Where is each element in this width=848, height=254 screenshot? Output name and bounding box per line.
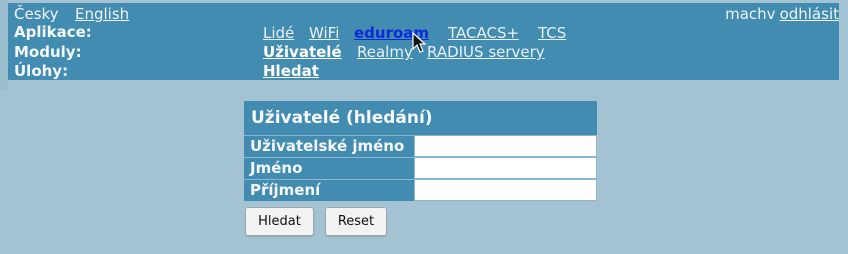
module-link-uzivatele[interactable]: Uživatelé bbox=[263, 43, 342, 61]
app-link-tacacs[interactable]: TACACS+ bbox=[448, 24, 519, 42]
mouse-pointer-icon bbox=[412, 32, 427, 53]
module-link-realmy[interactable]: Realmy bbox=[357, 43, 413, 61]
module-link-radius-servery[interactable]: RADIUS servery bbox=[427, 43, 545, 61]
tasks-label: Úlohy: bbox=[14, 62, 69, 80]
search-button[interactable]: Hledat bbox=[245, 207, 314, 236]
app-link-tcs[interactable]: TCS bbox=[538, 24, 566, 42]
first-name-label: Jméno bbox=[244, 157, 414, 179]
task-link-hledat[interactable]: Hledat bbox=[263, 62, 319, 80]
last-name-input[interactable] bbox=[414, 179, 597, 201]
app-link-wifi[interactable]: WiFi bbox=[309, 24, 339, 42]
left-strip bbox=[0, 0, 8, 90]
language-english-link[interactable]: English bbox=[75, 5, 129, 23]
last-name-label: Příjmení bbox=[244, 179, 414, 201]
user-search-form: Uživatelé (hledání) Uživatelské jméno Jm… bbox=[244, 101, 597, 201]
form-row-last-name: Příjmení bbox=[244, 179, 597, 201]
app-link-lide[interactable]: Lidé bbox=[263, 24, 294, 42]
form-row-first-name: Jméno bbox=[244, 157, 597, 179]
logout-link[interactable]: odhlásit bbox=[780, 5, 839, 23]
username-label: Uživatelské jméno bbox=[244, 135, 414, 157]
first-name-input[interactable] bbox=[414, 157, 597, 179]
form-row-username: Uživatelské jméno bbox=[244, 135, 597, 157]
language-row: Česky English machv odhlásit bbox=[8, 3, 839, 23]
username: machv bbox=[725, 5, 776, 23]
modules-label: Moduly: bbox=[14, 43, 82, 61]
reset-button[interactable]: Reset bbox=[325, 207, 387, 236]
username-input[interactable] bbox=[414, 135, 597, 157]
language-cesky[interactable]: Česky bbox=[14, 5, 59, 23]
form-title: Uživatelé (hledání) bbox=[244, 101, 597, 135]
applications-label: Aplikace: bbox=[14, 23, 92, 41]
user-area: machv odhlásit bbox=[725, 5, 839, 23]
